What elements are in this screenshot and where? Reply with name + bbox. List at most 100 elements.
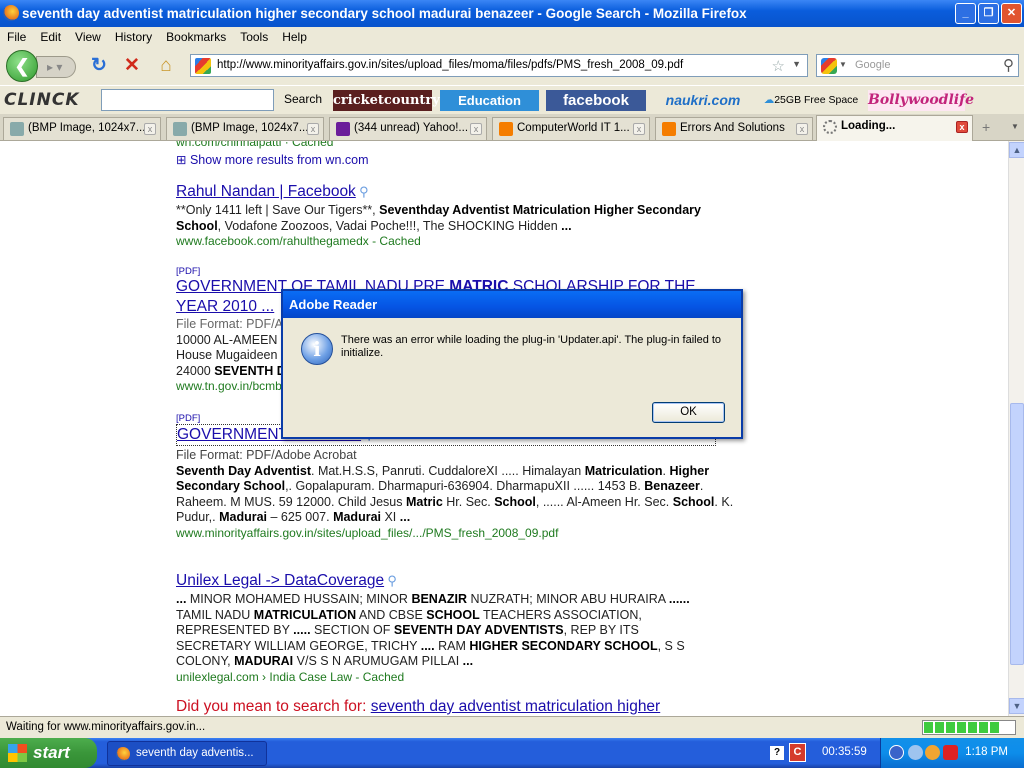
image-tab-icon: [173, 122, 187, 136]
tab-close-icon[interactable]: x: [796, 123, 808, 135]
scrollbar-thumb[interactable]: [1010, 403, 1024, 665]
stop-icon[interactable]: ✕: [121, 55, 143, 77]
show-more-link[interactable]: ⊞ Show more results from wn.com: [176, 152, 736, 167]
adobe-reader-error-dialog: Adobe Reader i There was an error while …: [281, 289, 743, 439]
ok-button[interactable]: OK: [652, 402, 725, 423]
progress-fill: [924, 722, 1001, 733]
did-you-mean-label: Did you mean to search for:: [176, 698, 367, 715]
free-space-button[interactable]: ☁25GB Free Space: [760, 90, 862, 111]
free-space-label: 25GB Free Space: [774, 94, 859, 106]
clinck-search-input[interactable]: [101, 89, 274, 111]
tab-list-icon[interactable]: ▼: [1011, 122, 1019, 131]
engine-dropdown-icon[interactable]: ▼: [839, 60, 847, 69]
help-tray-icon[interactable]: ?: [770, 746, 784, 760]
tab-bmp-image-1[interactable]: (BMP Image, 1024x7... x: [3, 117, 161, 140]
cricketcountry-button[interactable]: cricketcountry: [333, 90, 440, 111]
yahoo-tab-icon: [336, 122, 350, 136]
new-tab-icon[interactable]: +: [982, 119, 990, 135]
dialog-title[interactable]: Adobe Reader: [283, 291, 741, 318]
navigation-bar: ▸ ▾ ❮ ↻ ✕ ⌂ http://www.minorityaffairs.g…: [0, 47, 1024, 85]
clock: 1:18 PM: [965, 746, 1008, 758]
bollywoodlife-button[interactable]: Bollywoodlife: [868, 90, 974, 111]
tab-computerworld[interactable]: ComputerWorld IT 1... x: [492, 117, 650, 140]
google-engine-icon[interactable]: [821, 58, 837, 74]
messenger-tray-icon[interactable]: [925, 745, 940, 760]
tab-bmp-image-2[interactable]: (BMP Image, 1024x7... x: [166, 117, 324, 140]
firefox-logo-icon: [3, 5, 19, 21]
menu-view[interactable]: View: [68, 27, 108, 47]
search-placeholder: Google: [855, 59, 891, 71]
tab-errors-solutions[interactable]: Errors And Solutions x: [655, 117, 813, 140]
result-url[interactable]: www.minorityaffairs.gov.in/sites/upload_…: [176, 526, 736, 540]
loading-spinner-icon: [823, 120, 837, 134]
clinck-logo: CLINCK: [4, 90, 80, 110]
vertical-scrollbar[interactable]: ▲ ▼: [1008, 141, 1024, 716]
maximize-button[interactable]: ❐: [978, 3, 999, 24]
scroll-up-arrow-icon[interactable]: ▲: [1009, 142, 1024, 158]
menu-edit[interactable]: Edit: [33, 27, 68, 47]
tab-label: Errors And Solutions: [680, 122, 785, 134]
tab-label: (344 unread) Yahoo!...: [354, 122, 469, 134]
firefox-taskbar-icon: [116, 747, 130, 761]
tab-label: Loading...: [841, 120, 896, 132]
result-snippet: **Only 1411 left | Save Our Tigers**, Se…: [176, 203, 701, 233]
cut-off-result-url: wn.com/chinnalpatti · Cached: [176, 141, 334, 149]
tab-yahoo[interactable]: (344 unread) Yahoo!... x: [329, 117, 487, 140]
magnifier-icon[interactable]: ⚲: [359, 184, 369, 199]
url-bar[interactable]: http://www.minorityaffairs.gov.in/sites/…: [190, 54, 808, 77]
search-result: Rahul Nandan | Facebook ⚲ **Only 1411 le…: [176, 183, 736, 248]
tab-close-icon[interactable]: x: [144, 123, 156, 135]
menu-file[interactable]: File: [0, 27, 33, 47]
result-title-link[interactable]: Rahul Nandan | Facebook: [176, 183, 356, 200]
taskbar-item-label: seventh day adventis...: [136, 747, 254, 759]
windows-taskbar: start seventh day adventis... ? C 00:35:…: [0, 738, 1024, 768]
home-icon[interactable]: ⌂: [155, 55, 177, 77]
start-button[interactable]: start: [0, 738, 97, 768]
search-icon[interactable]: ⚲: [1003, 56, 1014, 74]
back-button[interactable]: ❮: [6, 50, 38, 82]
image-tab-icon: [10, 122, 24, 136]
url-dropdown-icon[interactable]: ▼: [792, 59, 801, 69]
back-arrow-tray-icon[interactable]: [889, 745, 904, 760]
result-title-link[interactable]: Unilex Legal -> DataCoverage: [176, 572, 384, 589]
tab-close-icon[interactable]: x: [307, 123, 319, 135]
did-you-mean-link[interactable]: seventh day adventist matriculation high…: [371, 698, 661, 715]
menu-bar: File Edit View History Bookmarks Tools Help: [0, 27, 1024, 47]
reload-icon[interactable]: ↻: [88, 55, 110, 77]
plus-icon: ⊞: [176, 153, 187, 167]
tab-close-icon[interactable]: x: [956, 121, 968, 133]
naukri-button[interactable]: naukri.com: [652, 90, 754, 111]
minimize-button[interactable]: _: [955, 3, 976, 24]
security-tray-icon[interactable]: [943, 745, 958, 760]
education-button[interactable]: Education: [440, 90, 539, 111]
close-window-button[interactable]: ✕: [1001, 3, 1022, 24]
taskbar-item-firefox[interactable]: seventh day adventis...: [107, 741, 267, 766]
forward-button[interactable]: ▸ ▾: [36, 56, 76, 78]
result-url[interactable]: unilexlegal.com › India Case Law - Cache…: [176, 670, 736, 684]
tab-bar: (BMP Image, 1024x7... x (BMP Image, 1024x…: [0, 114, 1024, 141]
search-result: Unilex Legal -> DataCoverage ⚲ ... MINOR…: [176, 572, 736, 684]
session-timer: 00:35:59: [822, 746, 867, 758]
info-icon: i: [301, 333, 333, 365]
network-tray-icon[interactable]: [908, 745, 923, 760]
menu-help[interactable]: Help: [275, 27, 314, 47]
tab-close-icon[interactable]: x: [633, 123, 645, 135]
bookmark-star-icon[interactable]: ☆: [772, 57, 785, 75]
menu-history[interactable]: History: [108, 27, 159, 47]
scroll-down-arrow-icon[interactable]: ▼: [1009, 698, 1024, 714]
clinck-search-button[interactable]: Search: [284, 92, 322, 106]
tab-label: (BMP Image, 1024x7...: [191, 122, 309, 134]
search-engine-box[interactable]: ▼ Google ⚲: [816, 54, 1019, 77]
clinck-tray-icon[interactable]: C: [789, 743, 806, 762]
result-url[interactable]: www.facebook.com/rahulthegamedx - Cached: [176, 234, 736, 248]
start-label: start: [33, 743, 70, 762]
tab-loading[interactable]: Loading... x: [816, 115, 973, 141]
menu-bookmarks[interactable]: Bookmarks: [159, 27, 233, 47]
magnifier-icon[interactable]: ⚲: [387, 573, 397, 588]
facebook-button[interactable]: facebook: [546, 90, 646, 111]
tab-close-icon[interactable]: x: [470, 123, 482, 135]
window-title: seventh day adventist matriculation high…: [22, 6, 747, 21]
did-you-mean: Did you mean to search for: seventh day …: [176, 698, 660, 716]
menu-tools[interactable]: Tools: [233, 27, 275, 47]
file-format: File Format: PDF/Adobe Acrobat: [176, 448, 357, 462]
